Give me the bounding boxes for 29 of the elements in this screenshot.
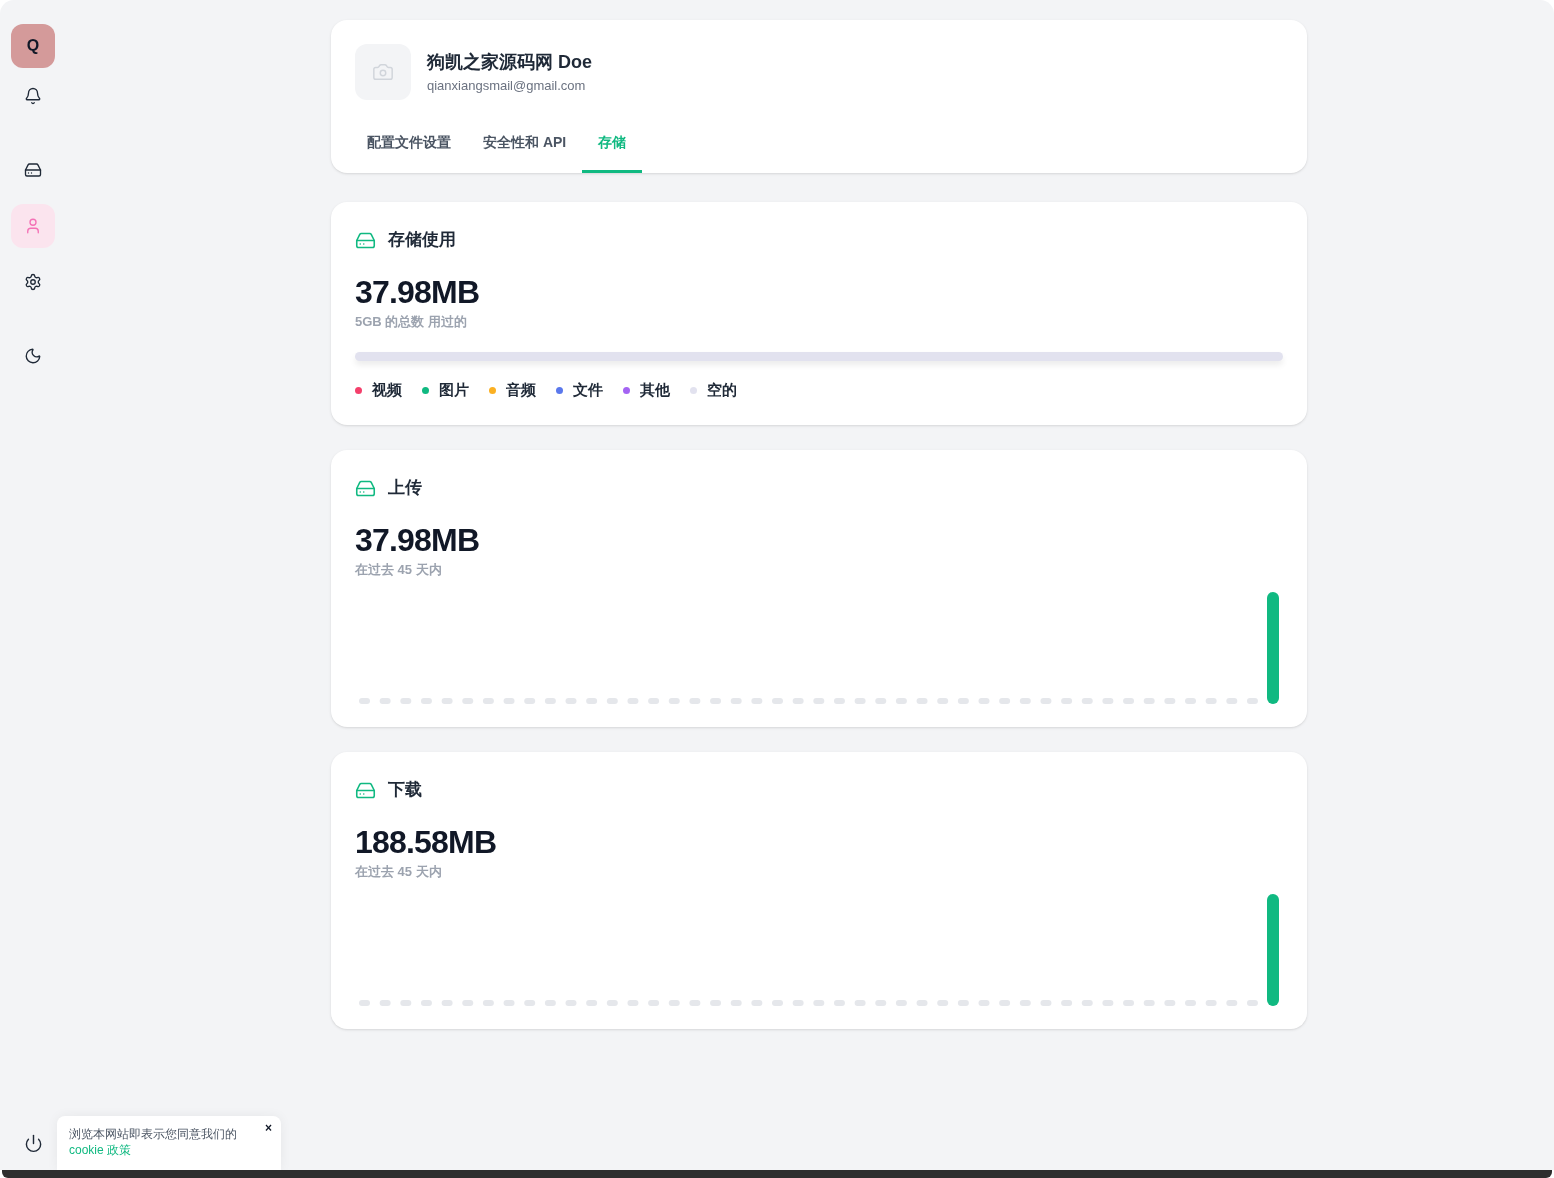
amount-caption: 在过去 45 天内 xyxy=(355,561,442,579)
legend-label: 文件 xyxy=(573,379,603,400)
amount-value: 37.98MB xyxy=(355,521,480,560)
bell-icon xyxy=(24,87,42,105)
settings-icon xyxy=(24,273,42,291)
tab[interactable]: 配置文件设置 xyxy=(351,116,467,173)
legend-label: 空的 xyxy=(707,379,737,400)
tab[interactable]: 安全性和 API xyxy=(467,116,583,173)
cookie-notice: 浏览本网站即表示您同意我们的 cookie 政策 xyxy=(69,1126,238,1158)
close-button[interactable]: × xyxy=(265,1120,272,1136)
profile-name: 狗凯之家源码网 Doe xyxy=(427,51,592,74)
legend-label: 其他 xyxy=(640,379,670,400)
camera-icon xyxy=(372,61,394,83)
user-icon xyxy=(24,217,42,235)
legend-label: 图片 xyxy=(439,379,469,400)
avatar[interactable]: Q xyxy=(11,24,55,68)
drive-icon xyxy=(24,161,42,179)
card-title: 下载 xyxy=(388,779,422,802)
amount-caption: 5GB 的总数 用过的 xyxy=(355,313,467,331)
amount-caption: 在过去 45 天内 xyxy=(355,863,442,881)
power-icon xyxy=(23,1133,43,1153)
moon-icon xyxy=(24,347,42,365)
legend-label: 视频 xyxy=(372,379,402,400)
card-title: 存储使用 xyxy=(388,229,456,252)
profile-email: qianxiangsmail@gmail.com xyxy=(427,77,587,95)
amount-value: 37.98MB xyxy=(355,273,480,312)
amount-value: 188.58MB xyxy=(355,823,497,862)
card-title: 上传 xyxy=(388,477,422,500)
legend-label: 音频 xyxy=(506,379,536,400)
